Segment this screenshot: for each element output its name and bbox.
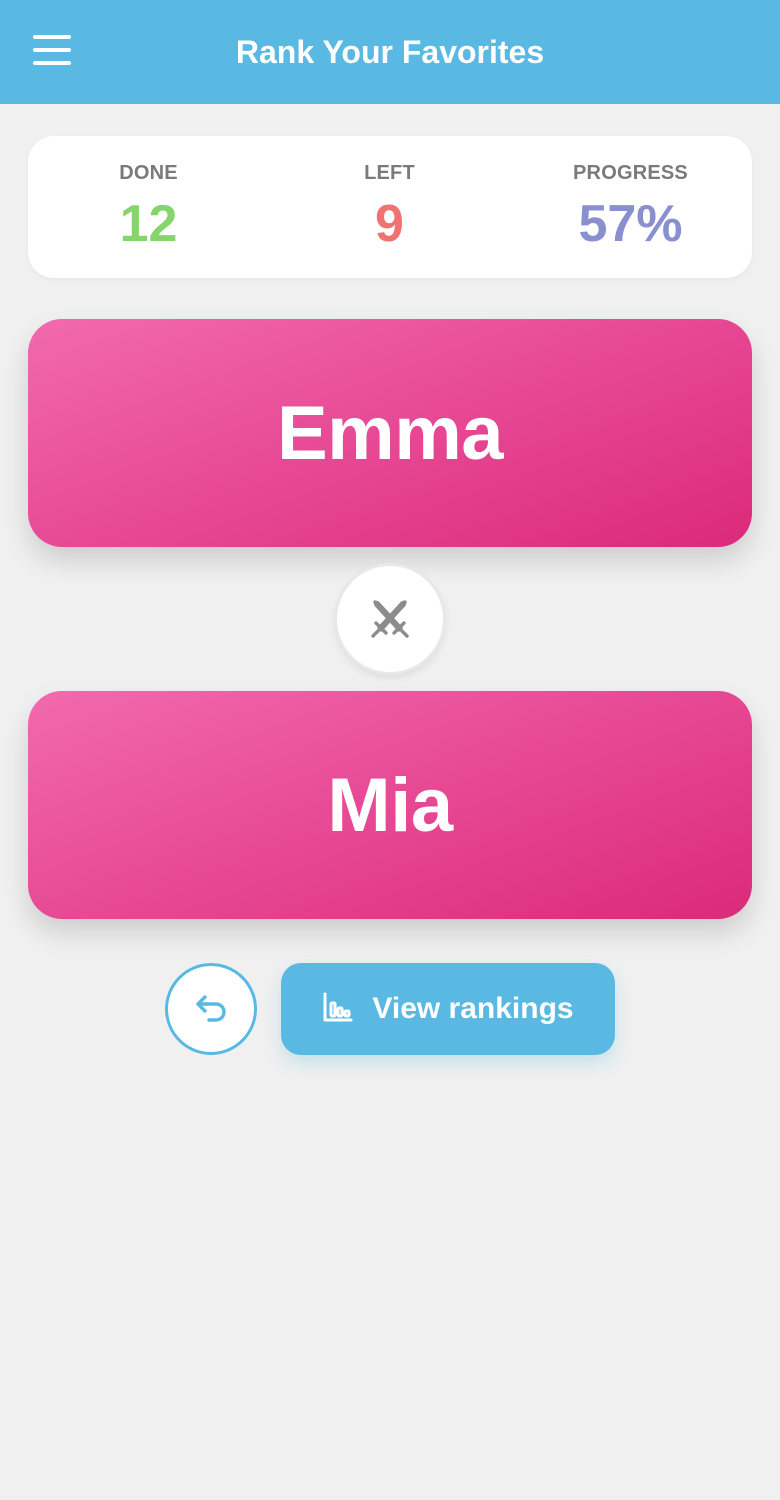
stat-left-label: LEFT	[364, 162, 415, 184]
view-rankings-button[interactable]: View rankings	[281, 963, 615, 1055]
stat-progress-value: 57%	[578, 195, 683, 253]
page-title: Rank Your Favorites	[235, 34, 545, 70]
option-b-card[interactable]: Mia	[28, 691, 752, 919]
view-rankings-label: View rankings	[372, 992, 574, 1025]
undo-button[interactable]	[165, 963, 257, 1055]
app-header: Rank Your Favorites	[0, 0, 780, 104]
stat-left-value: 9	[375, 195, 404, 253]
stat-progress-label: PROGRESS	[573, 162, 688, 184]
stat-done-label: DONE	[119, 162, 178, 184]
option-b-name: Mia	[327, 762, 453, 848]
undo-arrow-icon	[191, 987, 231, 1032]
crossed-swords-icon	[367, 594, 413, 645]
stats-card: DONE 12 LEFT 9 PROGRESS 57%	[28, 136, 752, 278]
versus-badge	[337, 566, 443, 672]
option-a-name: Emma	[276, 390, 504, 476]
bar-chart-icon	[322, 991, 354, 1028]
option-a-card[interactable]: Emma	[28, 319, 752, 547]
stat-done-value: 12	[119, 195, 178, 253]
